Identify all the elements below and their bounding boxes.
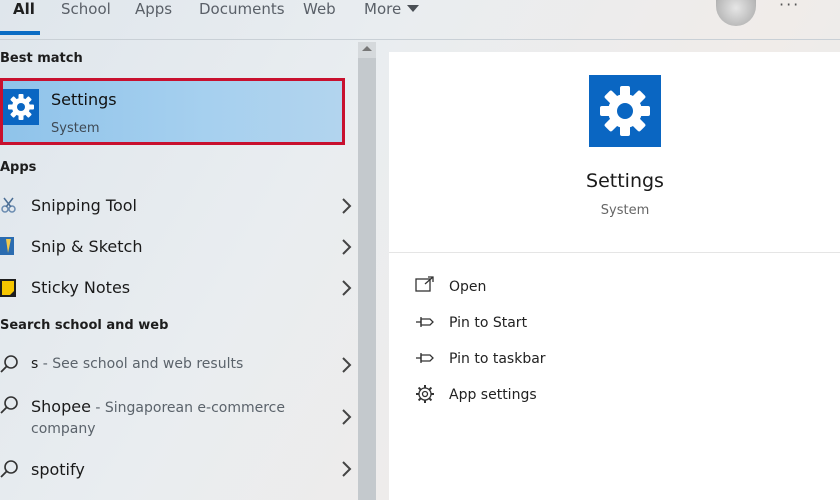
pin-to-taskbar-action[interactable]: Pin to taskbar	[415, 348, 815, 372]
app-item-label: Snipping Tool	[31, 196, 137, 215]
tab-more[interactable]: More	[364, 0, 420, 20]
web-result-query: Shopee	[31, 397, 91, 416]
tab-web[interactable]: Web	[303, 0, 336, 20]
pin-to-taskbar-label: Pin to taskbar	[449, 351, 546, 367]
app-item-snip-and-sketch[interactable]: Snip & Sketch	[0, 235, 360, 259]
web-result-sub-line2: company	[31, 421, 96, 437]
results-list: Best match Settings System Apps Snipping…	[0, 40, 360, 500]
settings-gear-icon	[589, 75, 661, 147]
best-match-subtitle: System	[51, 121, 100, 136]
chevron-right-icon[interactable]	[340, 196, 354, 216]
app-item-label: Snip & Sketch	[31, 237, 143, 256]
tab-apps[interactable]: Apps	[135, 0, 172, 20]
app-settings-action[interactable]: App settings	[415, 384, 815, 408]
snipping-tool-icon	[0, 196, 18, 218]
tab-all[interactable]: All	[13, 0, 35, 20]
results-scrollbar[interactable]	[358, 42, 376, 500]
detail-divider	[389, 252, 840, 253]
chevron-right-icon[interactable]	[340, 278, 354, 298]
pin-icon	[415, 350, 435, 369]
web-result-sub: - Singaporean e-commerce	[90, 400, 285, 416]
best-match-item-settings[interactable]: Settings System	[0, 78, 345, 145]
pin-to-start-label: Pin to Start	[449, 315, 528, 331]
app-item-sticky-notes[interactable]: Sticky Notes	[0, 276, 360, 300]
search-web-heading: Search school and web	[0, 318, 169, 333]
chevron-right-icon[interactable]	[340, 407, 354, 427]
open-action[interactable]: Open	[415, 276, 815, 300]
app-settings-label: App settings	[449, 387, 537, 403]
search-icon	[0, 395, 20, 419]
chevron-right-icon[interactable]	[340, 237, 354, 257]
gear-icon	[415, 384, 435, 408]
web-result-sub: - See school and web results	[38, 356, 244, 372]
best-match-title: Settings	[51, 90, 117, 109]
search-icon	[0, 354, 20, 378]
search-tabs: All School Apps Documents Web More ···	[0, 0, 840, 40]
settings-gear-icon	[3, 89, 39, 125]
web-result-spotify[interactable]: spotify	[0, 458, 360, 482]
scroll-up-icon[interactable]	[362, 46, 372, 51]
pin-to-start-action[interactable]: Pin to Start	[415, 312, 815, 336]
search-window: All School Apps Documents Web More ··· B…	[0, 0, 840, 500]
web-result-label: Shopee - Singaporean e-commerce	[31, 397, 285, 416]
tab-school[interactable]: School	[61, 0, 111, 20]
app-item-label: Sticky Notes	[31, 278, 131, 297]
detail-title: Settings	[586, 170, 664, 192]
more-options-icon[interactable]: ···	[779, 0, 800, 16]
detail-pane: Settings System Open Pin to Start Pin to…	[389, 52, 840, 500]
tab-documents[interactable]: Documents	[199, 0, 285, 20]
avatar[interactable]	[716, 0, 756, 26]
chevron-right-icon[interactable]	[340, 355, 354, 375]
best-match-heading: Best match	[0, 51, 83, 66]
chevron-right-icon[interactable]	[340, 459, 354, 479]
snip-sketch-icon	[0, 236, 16, 260]
web-result-label: spotify	[31, 460, 85, 479]
sticky-notes-icon	[0, 279, 16, 301]
search-icon	[0, 459, 20, 483]
open-label: Open	[449, 279, 487, 295]
detail-subtitle: System	[600, 203, 650, 218]
active-tab-indicator	[0, 31, 40, 35]
open-window-icon	[415, 276, 435, 298]
tab-more-label: More	[364, 0, 402, 18]
apps-heading: Apps	[0, 160, 37, 175]
chevron-down-icon	[407, 5, 420, 12]
scrollbar-thumb[interactable]	[358, 58, 376, 500]
app-item-snipping-tool[interactable]: Snipping Tool	[0, 194, 360, 218]
web-result-shopee[interactable]: Shopee - Singaporean e-commerce company	[0, 393, 360, 443]
pin-icon	[415, 314, 435, 333]
web-result-s[interactable]: s - See school and web results	[0, 353, 360, 377]
web-result-label: s - See school and web results	[31, 356, 243, 372]
